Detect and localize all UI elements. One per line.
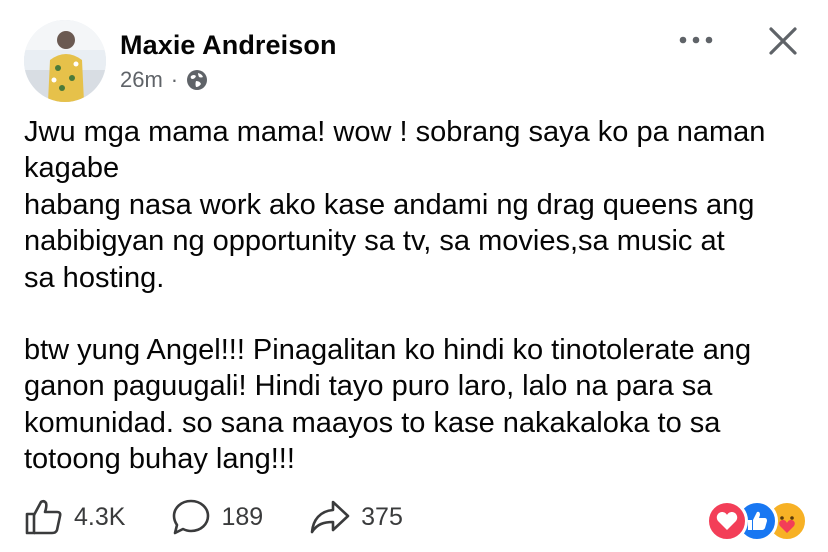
text-line: ganon paguugali! Hindi tayo puro laro, l… [24,370,713,403]
more-dots-icon [679,36,713,44]
share-button[interactable]: 375 [309,498,403,536]
author-name[interactable]: Maxie Andreison [120,30,337,61]
share-count: 375 [361,502,403,531]
close-icon [769,27,797,55]
more-options-button[interactable] [672,24,720,56]
text-line: kagabe [24,152,120,185]
post-meta: 26m · [120,67,208,93]
comment-icon [173,499,210,535]
comment-button[interactable]: 189 [171,498,263,536]
text-line: nabibigyan ng opportunity sa tv, sa movi… [24,225,725,258]
text-line: btw yung Angel!!! Pinagalitan ko hindi k… [24,334,752,367]
love-reaction-icon [706,500,748,542]
close-button[interactable] [762,20,804,62]
reactions-summary[interactable] [706,497,810,542]
globe-icon[interactable] [186,69,208,91]
text-line: sa hosting. [24,261,165,294]
avatar[interactable] [24,20,106,102]
like-count: 4.3K [74,502,126,531]
text-line: Jwu mga mama mama! wow ! sobrang saya ko… [24,116,766,148]
thumbs-up-icon [25,499,62,535]
share-icon [310,500,350,534]
timestamp[interactable]: 26m [120,67,163,93]
like-button[interactable]: 4.3K [24,498,125,536]
facebook-post: Maxie Andreison 26m · Jwu mga mama mama!… [0,0,828,552]
text-line: totoong buhay lang!!! [24,443,295,476]
comment-count: 189 [221,502,264,531]
text-line: komunidad. so sana maayos to kase nakaka… [24,406,721,439]
post-actions: 4.3K 189 375 [24,495,403,539]
post-text: Jwu mga mama mama! wow ! sobrang saya ko… [24,114,814,478]
meta-separator: · [170,67,179,92]
text-line: habang nasa work ako kase andami ng drag… [24,188,755,221]
